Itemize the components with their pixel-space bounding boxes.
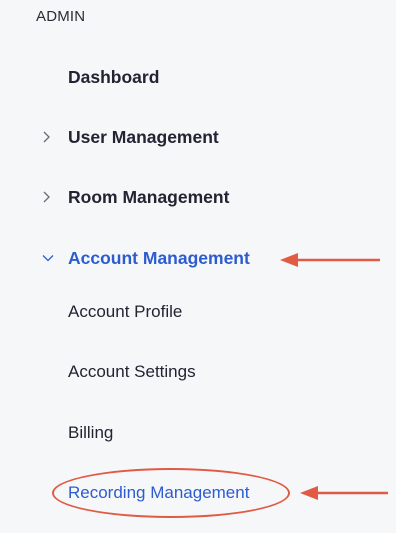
highlight-circle bbox=[52, 468, 290, 518]
nav-item-label: Room Management bbox=[68, 186, 230, 207]
chevron-right-icon bbox=[36, 191, 68, 203]
subnav-item-account-settings[interactable]: Account Settings bbox=[68, 357, 196, 387]
nav-item-label: Dashboard bbox=[68, 66, 160, 87]
annotation-arrow-icon bbox=[280, 253, 380, 267]
subnav-item-billing[interactable]: Billing bbox=[68, 418, 113, 448]
section-label-admin: ADMIN bbox=[36, 8, 86, 25]
nav-item-dashboard[interactable]: Dashboard bbox=[36, 62, 159, 92]
nav-item-user-management[interactable]: User Management bbox=[36, 122, 219, 152]
nav-item-room-management[interactable]: Room Management bbox=[36, 182, 229, 212]
admin-sidebar: ADMIN Dashboard User Management Room Man… bbox=[0, 0, 396, 533]
chevron-down-icon bbox=[36, 253, 68, 263]
nav-item-account-management[interactable]: Account Management bbox=[36, 243, 250, 273]
nav-item-label: Account Management bbox=[68, 247, 250, 268]
nav-item-label: User Management bbox=[68, 126, 219, 147]
subnav-item-account-profile[interactable]: Account Profile bbox=[68, 297, 182, 327]
chevron-right-icon bbox=[36, 131, 68, 143]
annotation-arrow-icon bbox=[300, 486, 388, 500]
